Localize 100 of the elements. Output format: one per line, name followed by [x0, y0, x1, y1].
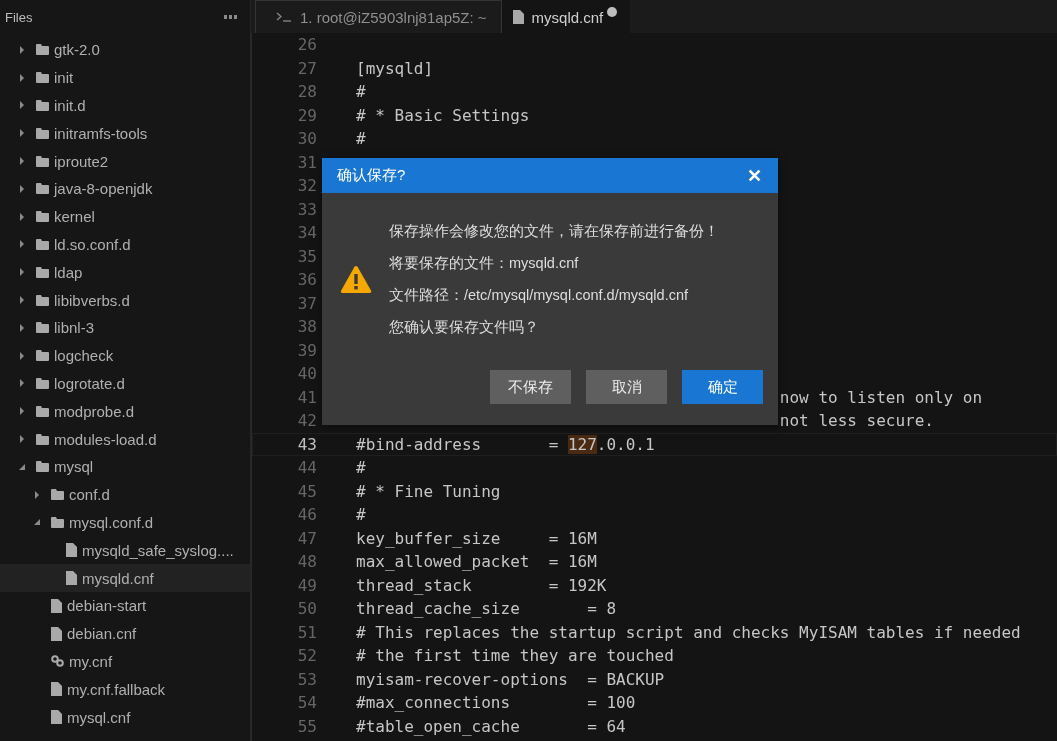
code-text: # [356, 82, 366, 102]
folder-icon [36, 461, 49, 473]
item-label: init.d [54, 97, 86, 114]
tree-item[interactable]: debian.cnf [0, 619, 250, 648]
sidebar-title: Files [5, 9, 33, 25]
item-label: kernel [54, 208, 95, 226]
tree-item[interactable]: modprobe.d [0, 397, 250, 426]
tree-item[interactable]: kernel [0, 202, 250, 231]
dialog-button[interactable]: 确定 [682, 370, 763, 404]
close-icon[interactable]: ✕ [747, 164, 762, 187]
folder-icon [36, 294, 49, 306]
dialog-button[interactable]: 不保存 [490, 370, 571, 404]
folder-icon [36, 44, 49, 56]
tree-item[interactable]: libibverbs.d [0, 286, 250, 314]
tree-item[interactable]: ldap [0, 258, 250, 287]
tree-item[interactable]: gtk-2.0 [0, 36, 250, 64]
folder-icon [36, 350, 49, 362]
code-text: [mysqld] [356, 58, 434, 78]
expand-caret-icon[interactable] [18, 268, 26, 277]
folder-icon [36, 155, 49, 167]
item-label: ldap [54, 263, 83, 281]
tree-item[interactable]: init [0, 63, 250, 92]
file-icon [51, 682, 62, 697]
tree-item[interactable]: my.cnf.fallback [0, 675, 250, 704]
file-icon [51, 710, 62, 724]
code-text: # This replaces the startup script and checks MyISAM tables if needed [356, 622, 1021, 642]
editor-tab[interactable]: mysqld.cnf [501, 0, 631, 33]
line-number: 53 [296, 669, 317, 689]
line-number: 39 [296, 340, 317, 360]
code-text: #bind-address = 127.0.0.1 [356, 434, 655, 454]
line-number: 40 [296, 364, 317, 384]
tree-item[interactable]: libnl-3 [0, 313, 250, 342]
dialog-button[interactable]: 取消 [586, 370, 667, 404]
line-number: 31 [296, 152, 317, 172]
expand-caret-icon[interactable] [18, 435, 26, 444]
tree-item[interactable]: ld.so.conf.d [0, 230, 250, 259]
expand-caret-icon[interactable] [18, 296, 26, 305]
tree-item[interactable]: init.d [0, 91, 250, 120]
tree-item[interactable]: initramfs-tools [0, 119, 250, 148]
item-label: mysqld_safe_syslog.... [82, 541, 234, 559]
tree-item[interactable]: java-8-openjdk [0, 175, 250, 203]
terminal-icon [276, 12, 292, 22]
expand-caret-icon[interactable] [18, 45, 26, 54]
tree-item[interactable]: modules-load.d [0, 425, 250, 453]
line-number: 26 [296, 35, 317, 55]
folder-icon [36, 211, 49, 223]
dialog-message: 您确认要保存文件吗？ [389, 318, 540, 337]
line-number: 49 [296, 575, 317, 595]
tree-item[interactable]: my.cnf [0, 647, 250, 676]
item-label: logcheck [54, 347, 114, 365]
expand-caret-icon[interactable] [18, 351, 26, 360]
item-label: mysql [54, 458, 94, 476]
code-text: # * Basic Settings [356, 105, 530, 125]
tree-item[interactable]: mysqld.cnf [0, 564, 250, 592]
expand-caret-icon[interactable] [18, 184, 26, 193]
expand-caret-icon[interactable] [33, 490, 41, 499]
expand-caret-icon[interactable] [18, 379, 26, 388]
item-label: my.cnf.fallback [67, 680, 166, 698]
item-label: libibverbs.d [54, 291, 130, 309]
code-text: #max_connections = 100 [356, 693, 636, 713]
expand-caret-icon[interactable] [18, 407, 26, 416]
more-icon[interactable] [224, 15, 237, 19]
folder-icon [51, 516, 64, 528]
tree-item[interactable]: iproute2 [0, 147, 250, 175]
code-text: # * Fine Tuning [356, 481, 501, 501]
file-icon [51, 626, 62, 641]
expand-caret-icon[interactable] [18, 73, 26, 82]
code-text: # [356, 458, 366, 478]
line-number: 32 [296, 176, 317, 196]
tree-item[interactable]: debian-start [0, 591, 250, 620]
tab-label: 1. root@iZ5903lnj81ap5Z: ~ [300, 8, 487, 26]
item-label: modules-load.d [54, 430, 157, 448]
expand-caret-icon[interactable] [18, 323, 26, 332]
tree-item[interactable]: mysql [0, 452, 250, 481]
line-number: 28 [296, 82, 317, 102]
item-label: mysql.conf.d [69, 513, 154, 531]
expand-caret-icon[interactable] [18, 240, 26, 249]
tree-item[interactable]: conf.d [0, 480, 250, 509]
expand-caret-icon[interactable] [18, 129, 26, 138]
line-number: 27 [296, 58, 317, 78]
expand-caret-icon[interactable] [18, 101, 26, 110]
folder-icon [36, 266, 49, 278]
tree-item[interactable]: mysql.cnf [0, 703, 250, 731]
tree-item[interactable]: mysql.conf.d [0, 508, 250, 537]
editor-tab[interactable]: 1. root@iZ5903lnj81ap5Z: ~ [255, 0, 502, 33]
collapse-caret-icon[interactable] [18, 462, 26, 471]
item-label: iproute2 [54, 152, 109, 170]
line-number: 47 [296, 528, 317, 548]
line-number: 36 [296, 270, 317, 290]
tree-item[interactable]: logrotate.d [0, 369, 250, 398]
folder-icon [36, 238, 49, 250]
code-text: not less secure. [778, 411, 934, 431]
expand-caret-icon[interactable] [18, 157, 26, 166]
tree-item[interactable]: logcheck [0, 341, 250, 370]
expand-caret-icon[interactable] [18, 212, 26, 221]
folder-icon [36, 72, 49, 84]
collapse-caret-icon[interactable] [33, 518, 41, 527]
tree-item[interactable]: mysqld_safe_syslog.... [0, 536, 250, 565]
dialog-message: 保存操作会修改您的文件，请在保存前进行备份！ [389, 222, 719, 241]
line-number: 44 [296, 458, 317, 478]
